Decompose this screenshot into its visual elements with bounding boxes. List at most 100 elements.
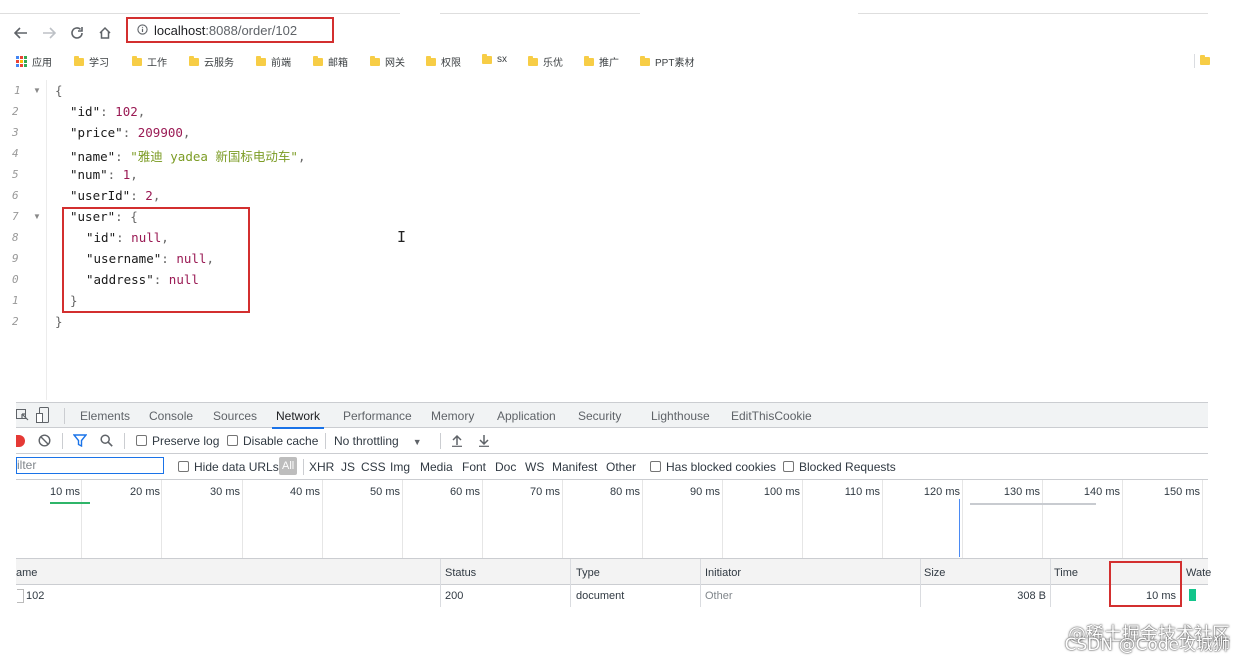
col-header-time[interactable]: Time: [1054, 567, 1078, 579]
bookmark-folder[interactable]: sx: [482, 53, 507, 65]
timeline-gridline: [962, 480, 963, 558]
col-header-name[interactable]: ame: [16, 567, 37, 579]
tab-editthiscookie[interactable]: EditThisCookie: [731, 409, 812, 423]
forward-icon[interactable]: [38, 22, 60, 44]
filter-input[interactable]: ilter: [16, 457, 164, 474]
bookmark-folder[interactable]: 学习: [74, 54, 109, 69]
bookmark-overflow[interactable]: [1194, 54, 1210, 68]
filter-img[interactable]: Img: [390, 460, 410, 474]
hide-data-urls-checkbox[interactable]: Hide data URLs: [178, 460, 279, 474]
timeline-tick: 30 ms: [210, 486, 240, 498]
has-blocked-cookies-checkbox[interactable]: Has blocked cookies: [650, 460, 776, 474]
fold-arrow-icon[interactable]: ▼: [33, 212, 41, 221]
line-gutter: 1 ▼ 2 3 4 5 6 7 ▼ 8 9 0 1 2: [0, 80, 47, 400]
filter-css[interactable]: CSS: [361, 460, 386, 474]
tab-console[interactable]: Console: [149, 409, 193, 423]
preserve-log-checkbox[interactable]: Preserve log: [136, 434, 219, 448]
bookmark-label: 云服务: [204, 58, 234, 69]
line-number: 9: [12, 252, 19, 265]
fold-arrow-icon[interactable]: ▼: [33, 86, 41, 95]
timeline-tick: 110 ms: [844, 486, 880, 498]
network-overview-timeline[interactable]: 10 ms 20 ms 30 ms 40 ms 50 ms 60 ms 70 m…: [16, 480, 1208, 559]
blocked-requests-checkbox[interactable]: Blocked Requests: [783, 460, 896, 474]
checkbox-icon: [178, 461, 189, 472]
filter-manifest[interactable]: Manifest: [552, 460, 597, 474]
throttling-select[interactable]: No throttling ▼: [334, 434, 422, 448]
timeline-gridline: [562, 480, 563, 558]
row-name[interactable]: 102: [26, 590, 44, 602]
timeline-tick: 80 ms: [610, 486, 640, 498]
throttling-value: No throttling: [334, 434, 399, 448]
tab-lighthouse[interactable]: Lighthouse: [651, 409, 710, 423]
tab-sources[interactable]: Sources: [213, 409, 257, 423]
tab-security[interactable]: Security: [578, 409, 621, 423]
row-initiator: Other: [705, 590, 733, 602]
timeline-gridline: [322, 480, 323, 558]
col-header-initiator[interactable]: Initiator: [705, 567, 741, 579]
filter-icon[interactable]: [72, 434, 88, 450]
folder-icon: [1200, 55, 1210, 65]
filter-all-button[interactable]: All: [279, 457, 298, 475]
bookmark-folder[interactable]: PPT素材: [640, 54, 694, 69]
timeline-tick: 130 ms: [1003, 486, 1040, 498]
filter-ws[interactable]: WS: [525, 460, 544, 474]
record-icon[interactable]: [16, 435, 25, 447]
disable-cache-checkbox[interactable]: Disable cache: [227, 434, 318, 448]
col-header-type[interactable]: Type: [576, 567, 600, 579]
filter-other[interactable]: Other: [606, 460, 636, 474]
dropdown-arrow-icon: ▼: [412, 437, 422, 447]
overview-request-bar: [50, 502, 90, 504]
filter-media[interactable]: Media: [420, 460, 453, 474]
device-toolbar-icon[interactable]: [36, 407, 52, 426]
timeline-gridline: [1202, 480, 1203, 558]
address-bar[interactable]: localhost:8088/order/102: [126, 17, 334, 43]
bookmark-folder[interactable]: 邮箱: [313, 54, 348, 69]
filter-doc[interactable]: Doc: [495, 460, 516, 474]
bookmark-folder[interactable]: 网关: [370, 54, 405, 69]
row-status: 200: [445, 590, 464, 602]
filter-xhr[interactable]: XHR: [309, 460, 334, 474]
bookmark-folder[interactable]: 乐优: [528, 54, 563, 69]
export-har-icon[interactable]: [478, 434, 490, 450]
timeline-gridline: [882, 480, 883, 558]
timeline-tick: 40 ms: [290, 486, 320, 498]
tab-application[interactable]: Application: [497, 409, 556, 423]
tab-elements[interactable]: Elements: [80, 409, 130, 423]
filter-font[interactable]: Font: [462, 460, 486, 474]
bookmark-apps[interactable]: 应用: [16, 54, 52, 69]
tab-network[interactable]: Network: [271, 409, 325, 429]
search-icon[interactable]: [100, 434, 113, 450]
folder-icon: [74, 55, 84, 66]
bookmark-folder[interactable]: 云服务: [189, 54, 234, 69]
col-header-size[interactable]: Size: [924, 567, 945, 579]
folder-icon: [426, 55, 436, 66]
import-har-icon[interactable]: [451, 434, 463, 450]
document-icon: [17, 589, 24, 603]
bookmark-folder[interactable]: 工作: [132, 54, 167, 69]
clear-icon[interactable]: [38, 434, 51, 450]
divider: [303, 459, 304, 475]
folder-icon: [584, 55, 594, 66]
timeline-tick: 70 ms: [530, 486, 560, 498]
tab-performance[interactable]: Performance: [343, 409, 412, 423]
json-line-price: "price": 209900,: [70, 125, 191, 140]
back-icon[interactable]: [10, 22, 32, 44]
waterfall-bar: [1189, 589, 1196, 601]
home-icon[interactable]: [94, 22, 116, 44]
tab-memory[interactable]: Memory: [431, 409, 474, 423]
bookmark-label: 邮箱: [328, 58, 348, 69]
bookmark-label: 前端: [271, 58, 291, 69]
reload-icon[interactable]: [66, 22, 88, 44]
bookmark-folder[interactable]: 权限: [426, 54, 461, 69]
inspect-element-icon[interactable]: [16, 408, 30, 425]
table-row[interactable]: 102 200 document Other 308 B 10 ms: [16, 585, 1208, 607]
row-size: 308 B: [1017, 590, 1046, 602]
bookmark-folder[interactable]: 前端: [256, 54, 291, 69]
timeline-gridline: [242, 480, 243, 558]
filter-js[interactable]: JS: [341, 460, 355, 474]
col-header-status[interactable]: Status: [445, 567, 476, 579]
col-header-waterfall[interactable]: Wate: [1186, 567, 1211, 579]
info-icon[interactable]: [137, 23, 148, 38]
watermark-csdn: CSDN @Code攻城狮: [1064, 635, 1230, 655]
bookmark-folder[interactable]: 推广: [584, 54, 619, 69]
